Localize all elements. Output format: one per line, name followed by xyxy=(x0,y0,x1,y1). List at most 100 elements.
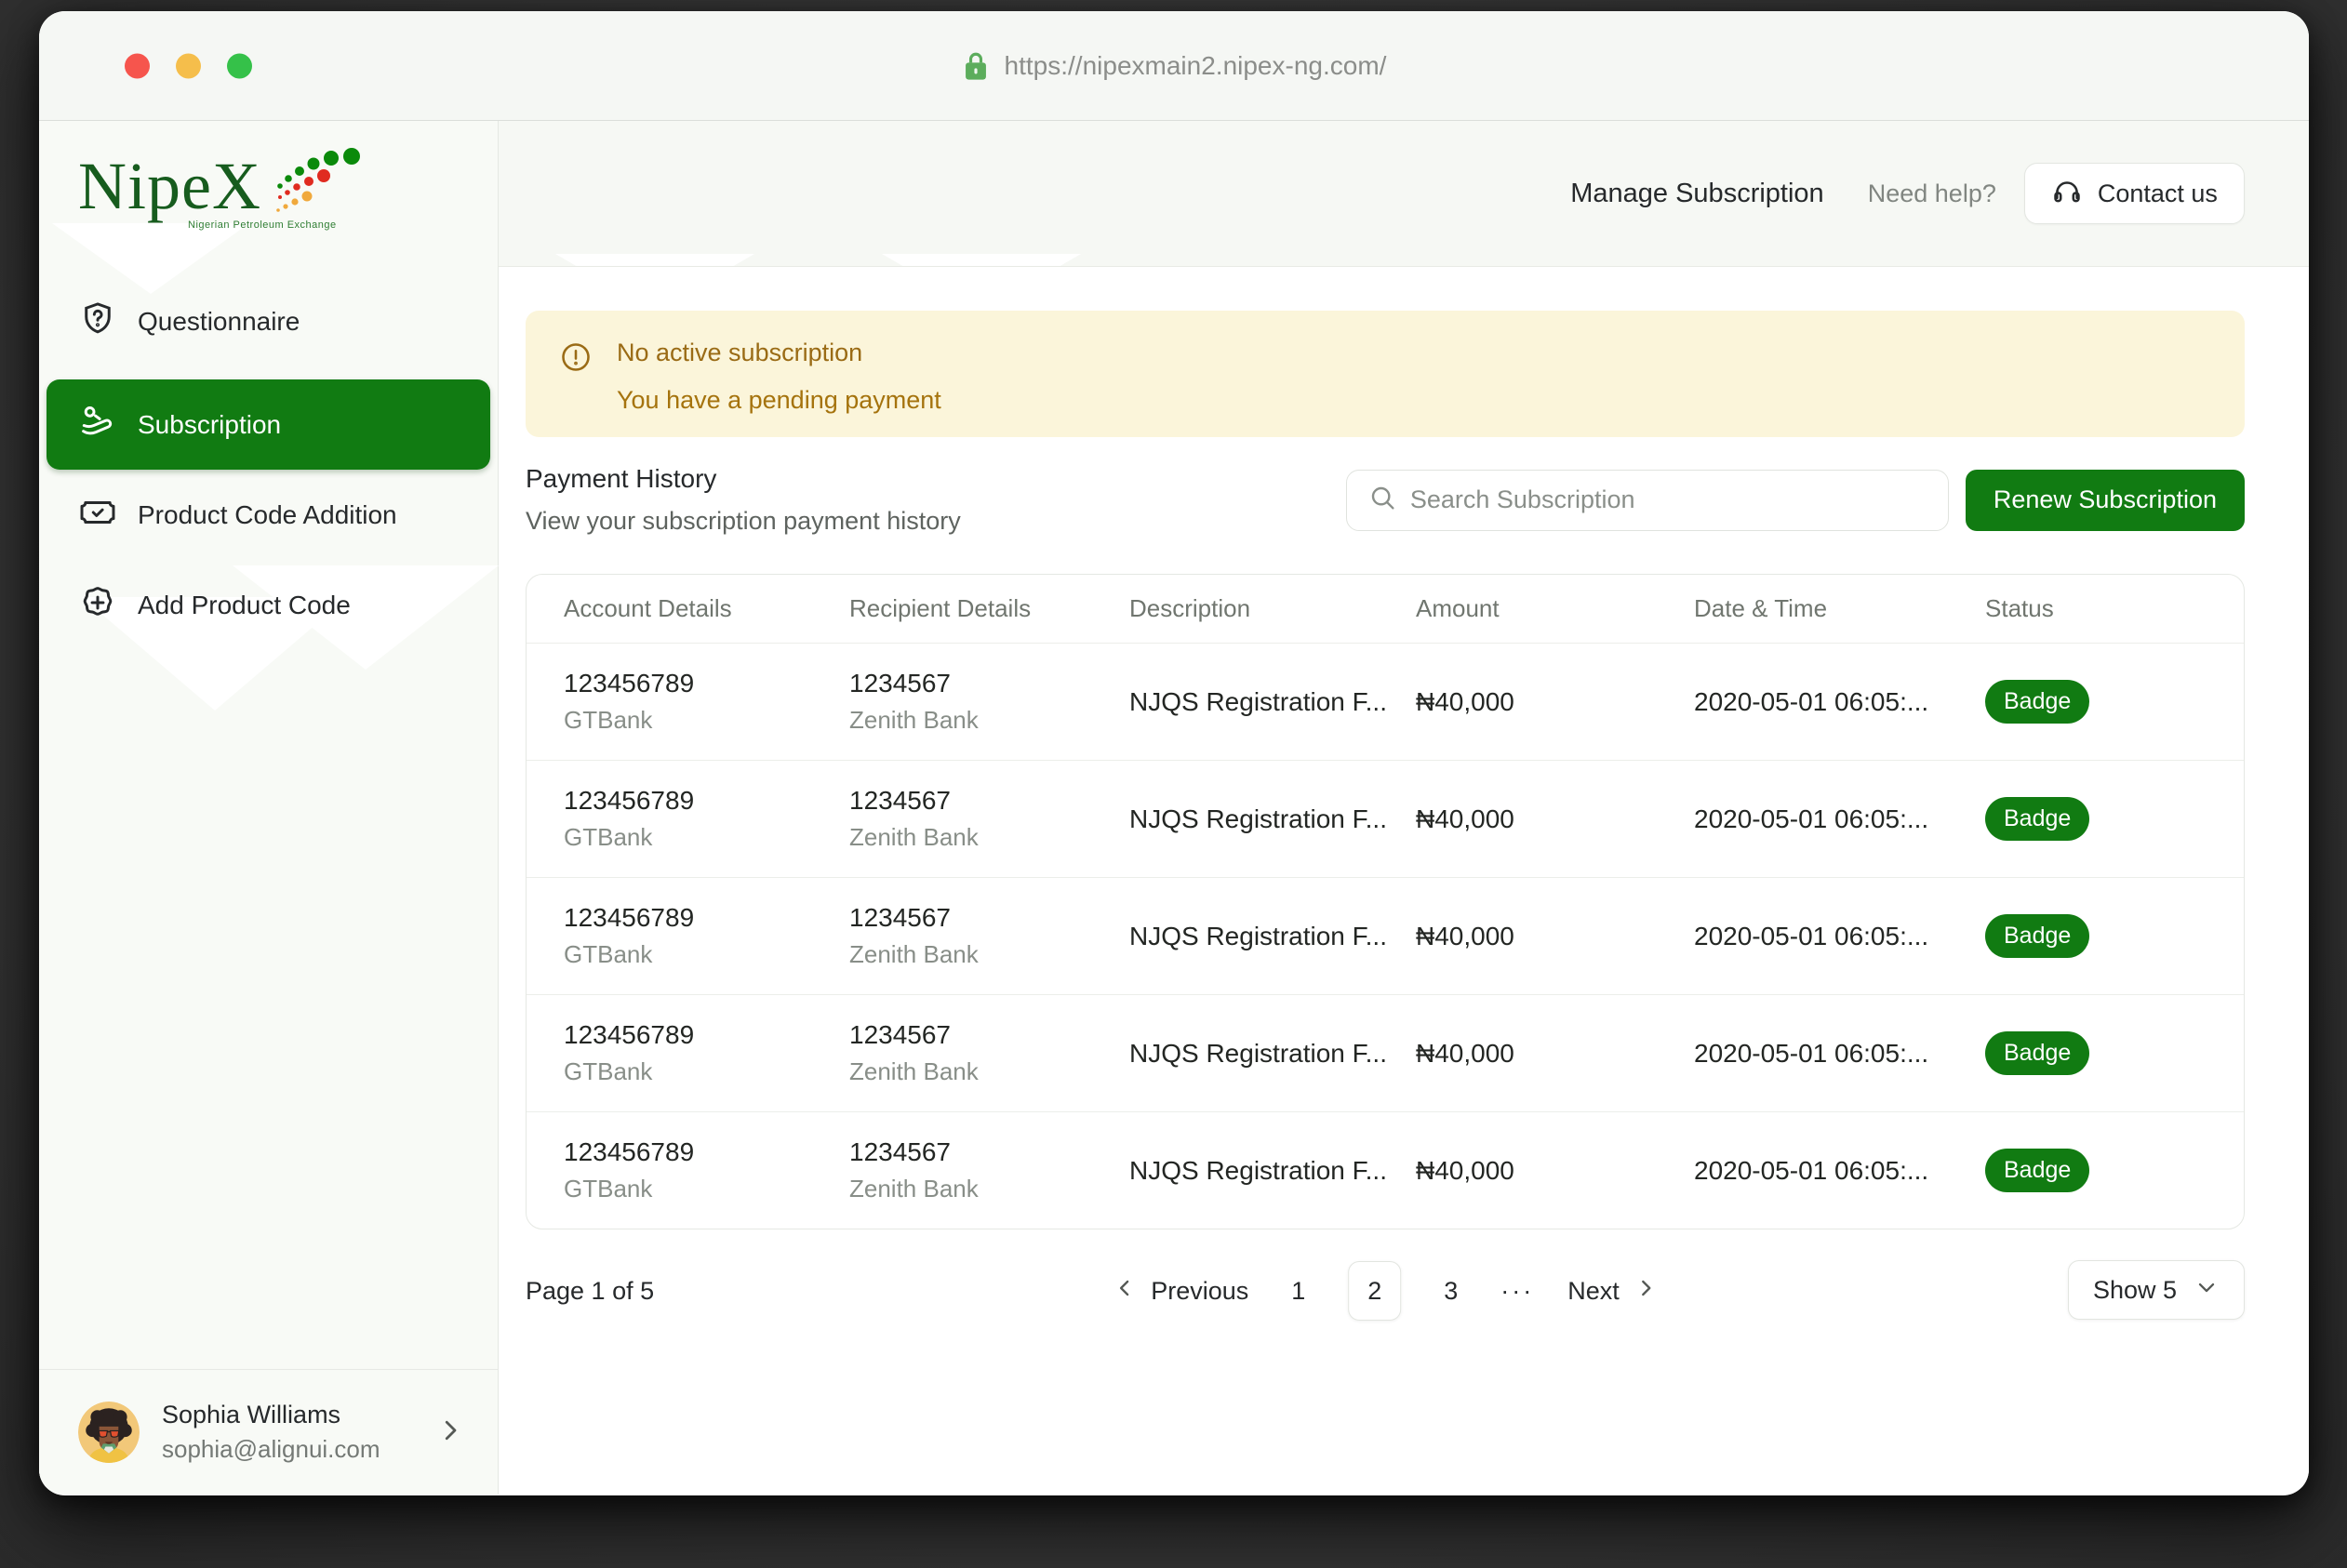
account-bank: GTBank xyxy=(564,1175,849,1203)
browser-window: https://nipexmain2.nipex-ng.com/ NipeX xyxy=(39,11,2309,1495)
ticket-check-icon xyxy=(78,493,117,538)
show-per-page-select[interactable]: Show 5 xyxy=(2068,1260,2245,1320)
account-number: 123456789 xyxy=(564,669,849,698)
status-badge: Badge xyxy=(1985,797,2089,841)
recipient-bank: Zenith Bank xyxy=(849,940,1129,969)
hand-coin-icon xyxy=(78,402,117,447)
profile-name: Sophia Williams xyxy=(162,1401,414,1429)
watermark-chevron xyxy=(882,254,1081,267)
contact-us-label: Contact us xyxy=(2098,179,2218,208)
description: NJQS Registration F... xyxy=(1129,804,1416,834)
desktop-background: https://nipexmain2.nipex-ng.com/ NipeX xyxy=(0,0,2347,1568)
avatar xyxy=(78,1402,140,1463)
description: NJQS Registration F... xyxy=(1129,922,1416,951)
alert-title: No active subscription xyxy=(617,339,941,367)
sidebar-item-subscription[interactable]: Subscription xyxy=(47,379,490,470)
account-number: 123456789 xyxy=(564,1020,849,1050)
table-row[interactable]: 123456789GTBank 1234567Zenith Bank NJQS … xyxy=(527,1111,2244,1229)
url-text: https://nipexmain2.nipex-ng.com/ xyxy=(1005,51,1387,81)
page-title: Manage Subscription xyxy=(1570,179,1823,209)
content-area: Manage Subscription Need help? Contact u… xyxy=(499,121,2309,1495)
table-row[interactable]: 123456789GTBank 1234567Zenith Bank NJQS … xyxy=(527,877,2244,994)
amount: ₦40,000 xyxy=(1416,922,1694,951)
no-subscription-alert: No active subscription You have a pendin… xyxy=(526,311,2245,437)
sidebar-item-questionnaire[interactable]: Questionnaire xyxy=(47,292,490,352)
amount: ₦40,000 xyxy=(1416,804,1694,834)
recipient-bank: Zenith Bank xyxy=(849,1057,1129,1086)
alert-message: You have a pending payment xyxy=(617,386,941,415)
account-number: 123456789 xyxy=(564,786,849,816)
account-number: 123456789 xyxy=(564,1137,849,1167)
sidebar-nav: Questionnaire Subscription xyxy=(47,292,490,635)
column-header: Description xyxy=(1129,594,1416,623)
pagination-ellipsis[interactable]: ··· xyxy=(1500,1277,1534,1306)
status-badge: Badge xyxy=(1985,914,2089,958)
status-badge: Badge xyxy=(1985,1031,2089,1075)
table-row[interactable]: 123456789GTBank 1234567Zenith Bank NJQS … xyxy=(527,760,2244,877)
chevron-down-icon xyxy=(2194,1274,2220,1307)
minimize-window-button[interactable] xyxy=(176,53,201,78)
status-badge: Badge xyxy=(1985,1149,2089,1192)
recipient-bank: Zenith Bank xyxy=(849,823,1129,852)
sidebar-item-add-product-code[interactable]: Add Product Code xyxy=(47,576,490,635)
main-panel: No active subscription You have a pendin… xyxy=(499,267,2309,1495)
page-button-1[interactable]: 1 xyxy=(1282,1277,1314,1306)
sidebar-item-label: Subscription xyxy=(138,410,281,440)
table-row[interactable]: 123456789GTBank 1234567Zenith Bank NJQS … xyxy=(527,643,2244,760)
column-header: Account Details xyxy=(527,594,849,623)
watermark-chevron xyxy=(555,254,754,267)
need-help-text: Need help? xyxy=(1868,179,1996,208)
user-profile[interactable]: Sophia Williams sophia@alignui.com xyxy=(39,1369,498,1495)
datetime: 2020-05-01 06:05:... xyxy=(1694,1156,1985,1186)
page-summary: Page 1 of 5 xyxy=(526,1277,654,1306)
datetime: 2020-05-01 06:05:... xyxy=(1694,687,1985,717)
sidebar-item-label: Add Product Code xyxy=(138,591,351,620)
amount: ₦40,000 xyxy=(1416,687,1694,717)
search-icon xyxy=(1367,483,1397,517)
logo-tagline: Nigerian Petroleum Exchange xyxy=(188,219,337,231)
zoom-window-button[interactable] xyxy=(227,53,252,78)
close-window-button[interactable] xyxy=(125,53,150,78)
page-button-3[interactable]: 3 xyxy=(1434,1277,1467,1306)
sidebar-item-label: Product Code Addition xyxy=(138,500,397,530)
pagination: Page 1 of 5 Previous 1 2 3 ··· xyxy=(526,1260,2245,1322)
recipient-bank: Zenith Bank xyxy=(849,706,1129,735)
page-button-2-current[interactable]: 2 xyxy=(1348,1261,1401,1321)
amount: ₦40,000 xyxy=(1416,1156,1694,1186)
datetime: 2020-05-01 06:05:... xyxy=(1694,804,1985,834)
profile-email: sophia@alignui.com xyxy=(162,1435,414,1464)
show-label: Show 5 xyxy=(2093,1276,2177,1305)
renew-subscription-button[interactable]: Renew Subscription xyxy=(1966,470,2245,531)
sidebar-item-product-code-addition[interactable]: Product Code Addition xyxy=(47,485,490,545)
contact-us-button[interactable]: Contact us xyxy=(2024,163,2245,224)
search-subscription-box[interactable] xyxy=(1346,470,1949,531)
previous-page-button[interactable]: Previous xyxy=(1112,1275,1248,1308)
datetime: 2020-05-01 06:05:... xyxy=(1694,922,1985,951)
chevron-right-icon[interactable] xyxy=(436,1416,464,1449)
account-bank: GTBank xyxy=(564,1057,849,1086)
column-header: Recipient Details xyxy=(849,594,1129,623)
nipex-logo: NipeX xyxy=(78,153,357,273)
page-header: Manage Subscription Need help? Contact u… xyxy=(499,121,2309,267)
sidebar: NipeX xyxy=(39,121,499,1495)
next-label: Next xyxy=(1567,1277,1620,1306)
table-header-row: Account Details Recipient Details Descri… xyxy=(527,575,2244,643)
account-bank: GTBank xyxy=(564,823,849,852)
account-bank: GTBank xyxy=(564,940,849,969)
recipient-number: 1234567 xyxy=(849,1020,1129,1050)
recipient-number: 1234567 xyxy=(849,1137,1129,1167)
chevron-left-icon xyxy=(1112,1275,1138,1308)
sidebar-item-label: Questionnaire xyxy=(138,307,300,337)
address-bar[interactable]: https://nipexmain2.nipex-ng.com/ xyxy=(962,50,1387,82)
datetime: 2020-05-01 06:05:... xyxy=(1694,1039,1985,1069)
column-header: Amount xyxy=(1416,594,1694,623)
table-row[interactable]: 123456789GTBank 1234567Zenith Bank NJQS … xyxy=(527,994,2244,1111)
shield-question-icon xyxy=(78,299,117,345)
column-header: Status xyxy=(1985,594,2244,623)
next-page-button[interactable]: Next xyxy=(1567,1275,1659,1308)
browser-chrome: https://nipexmain2.nipex-ng.com/ xyxy=(39,11,2309,121)
payment-history-table: Account Details Recipient Details Descri… xyxy=(526,574,2245,1229)
window-controls xyxy=(125,53,252,78)
account-number: 123456789 xyxy=(564,903,849,933)
search-input[interactable] xyxy=(1410,485,1927,514)
